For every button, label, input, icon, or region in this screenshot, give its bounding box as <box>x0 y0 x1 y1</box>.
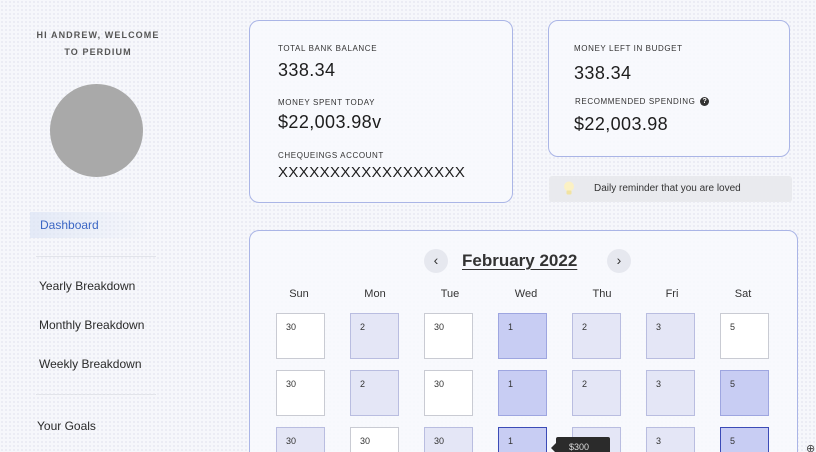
reminder-text: Daily reminder that you are loved <box>594 183 741 194</box>
money-left-value: 338.34 <box>574 63 632 83</box>
calendar-day[interactable]: 5 <box>720 427 769 452</box>
recommended-spending-label: RECOMMENDED SPENDING? <box>575 97 710 107</box>
calendar-day[interactable]: 2 <box>572 370 621 416</box>
weekday-label: Mon <box>364 288 386 300</box>
calendar-day[interactable]: 30 <box>424 370 473 416</box>
sidebar: HI ANDREW, WELCOME TO PERDIUM Dashboard … <box>0 0 215 452</box>
weekday-label: Thu <box>592 288 612 300</box>
calendar-card: ‹ February 2022 › Sun Mon Tue Wed Thu Fr… <box>249 230 798 452</box>
day-spending-tooltip: $300 <box>551 437 610 452</box>
calendar-day[interactable]: 30 <box>424 313 473 359</box>
calendar-day[interactable]: 1 <box>498 427 547 452</box>
recommended-spending-text: RECOMMENDED SPENDING <box>575 97 696 106</box>
nav-weekly-breakdown[interactable]: Weekly Breakdown <box>39 357 142 371</box>
calendar-day[interactable]: 2 <box>350 313 399 359</box>
weekday-label: Sat <box>734 288 752 300</box>
nav-dashboard[interactable]: Dashboard <box>30 212 150 238</box>
lightbulb-icon <box>564 181 574 195</box>
budget-card: MONEY LEFT IN BUDGET 338.34 RECOMMENDED … <box>548 20 790 157</box>
weekday-label: Wed <box>514 288 538 300</box>
nav-monthly-breakdown[interactable]: Monthly Breakdown <box>39 318 144 332</box>
avatar[interactable] <box>50 84 143 177</box>
nav-your-goals[interactable]: Your Goals <box>37 419 96 433</box>
nav-divider <box>36 394 156 395</box>
money-spent-label: MONEY SPENT TODAY <box>278 98 376 107</box>
calendar-day[interactable]: 30 <box>276 313 325 359</box>
calendar-day[interactable]: 1 <box>498 370 547 416</box>
calendar-header: ‹ February 2022 › <box>250 249 799 273</box>
nav-yearly-breakdown[interactable]: Yearly Breakdown <box>39 279 135 293</box>
calendar-day[interactable]: 30 <box>276 370 325 416</box>
calendar-day[interactable]: 2 <box>350 370 399 416</box>
calendar-day[interactable]: 3 <box>646 370 695 416</box>
calendar-day[interactable]: 5 <box>720 370 769 416</box>
calendar-day[interactable]: 3 <box>646 313 695 359</box>
calendar-day[interactable]: 3 <box>646 427 695 452</box>
nav-divider <box>36 256 156 257</box>
next-month-button[interactable]: › <box>607 249 631 273</box>
calendar-day[interactable]: 2 <box>572 313 621 359</box>
prev-month-button[interactable]: ‹ <box>424 249 448 273</box>
daily-reminder: Daily reminder that you are loved <box>549 176 792 202</box>
welcome-message: HI ANDREW, WELCOME TO PERDIUM <box>36 30 160 57</box>
money-left-label: MONEY LEFT IN BUDGET <box>574 44 683 53</box>
zoom-icon[interactable]: ⊕ <box>806 442 815 452</box>
weekday-label: Tue <box>440 288 460 300</box>
weekday-label: Sun <box>289 288 309 300</box>
total-balance-label: TOTAL BANK BALANCE <box>278 44 378 53</box>
calendar-day[interactable]: 30 <box>424 427 473 452</box>
bank-balance-card: TOTAL BANK BALANCE 338.34 MONEY SPENT TO… <box>249 20 513 203</box>
calendar-day[interactable]: 5 <box>720 313 769 359</box>
help-icon[interactable]: ? <box>700 97 710 107</box>
money-spent-value: $22,003.98v <box>278 112 382 132</box>
calendar-day[interactable]: 1 <box>498 313 547 359</box>
calendar-day[interactable]: 30 <box>276 427 325 452</box>
month-title: February 2022 <box>462 251 578 270</box>
calendar-day[interactable]: 30 <box>350 427 399 452</box>
account-label: CHEQUEINGS ACCOUNT <box>278 151 384 160</box>
account-number: XXXXXXXXXXXXXXXXXX <box>278 164 466 181</box>
weekday-label: Fri <box>665 288 679 300</box>
recommended-spending-value: $22,003.98 <box>574 114 669 134</box>
total-balance-value: 338.34 <box>278 60 336 80</box>
